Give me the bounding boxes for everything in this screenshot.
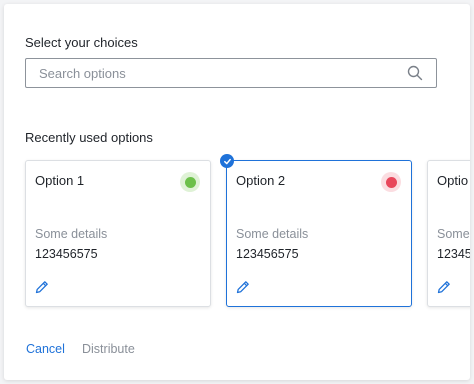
distribute-button[interactable]: Distribute [82, 342, 135, 356]
option-card-details: Some details [35, 227, 108, 241]
option-card-details: Some details [236, 227, 309, 241]
option-card-number: 123456575 [35, 247, 98, 261]
search-icon[interactable] [407, 65, 423, 81]
recently-used-title: Recently used options [25, 130, 153, 145]
pencil-icon[interactable] [34, 279, 50, 295]
checkmark-icon [220, 154, 234, 168]
pencil-icon[interactable] [436, 279, 452, 295]
option-card-title: Option 1 [35, 173, 85, 188]
search-field[interactable] [25, 58, 437, 88]
option-card-1[interactable]: Option 1 Some details 123456575 [25, 160, 211, 307]
choices-dialog: Select your choices Recently used option… [4, 4, 470, 380]
option-card-3[interactable]: Optio Some details 123456575 [427, 160, 470, 307]
option-card-title: Optio [437, 173, 469, 188]
option-card-details: Some details [437, 227, 470, 241]
option-card-number: 123456575 [236, 247, 299, 261]
pencil-icon[interactable] [235, 279, 251, 295]
search-input[interactable] [37, 64, 401, 82]
cancel-button[interactable]: Cancel [26, 342, 65, 356]
option-card-number: 123456575 [437, 247, 470, 261]
status-indicator-green [180, 172, 200, 192]
option-card-title: Option 2 [236, 173, 286, 188]
option-card-2[interactable]: Option 2 Some details 123456575 [220, 154, 412, 307]
status-indicator-red [381, 172, 401, 192]
select-choices-title: Select your choices [25, 35, 138, 50]
